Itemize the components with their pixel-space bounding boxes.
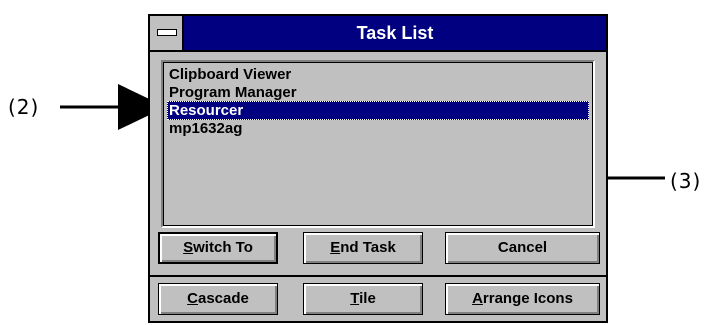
end-task-button[interactable]: End Task <box>303 232 423 264</box>
window-title: Task List <box>356 23 434 43</box>
callout-label-3: (3) <box>670 169 702 193</box>
task-listbox[interactable]: Clipboard Viewer Program Manager Resourc… <box>161 60 595 228</box>
system-menu-button[interactable] <box>150 16 184 50</box>
task-list-dialog: Task List Clipboard Viewer Program Manag… <box>148 14 608 323</box>
list-item-resourcer-selected[interactable]: Resourcer <box>167 101 589 120</box>
minus-bar-icon <box>157 29 177 36</box>
callout-label-2: (2) <box>8 95 40 119</box>
tile-button[interactable]: Tile <box>303 283 423 315</box>
list-item-program-manager[interactable]: Program Manager <box>167 83 589 102</box>
switch-to-button[interactable]: Switch To <box>158 232 278 264</box>
list-item-mp1632ag[interactable]: mp1632ag <box>167 119 589 138</box>
button-row-divider <box>150 275 606 277</box>
arrange-icons-button[interactable]: Arrange Icons <box>445 283 600 315</box>
cascade-button[interactable]: Cascade <box>158 283 278 315</box>
cancel-button[interactable]: Cancel <box>445 232 600 264</box>
list-item-clipboard-viewer[interactable]: Clipboard Viewer <box>167 65 589 84</box>
title-bar: Task List <box>150 16 606 52</box>
